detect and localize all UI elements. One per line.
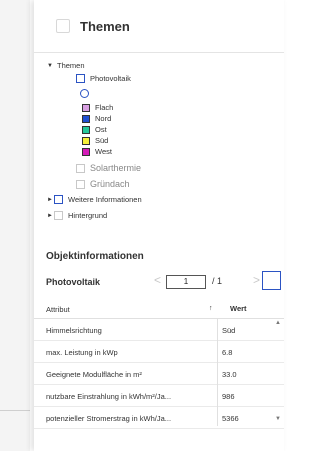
expand-arrow-icon[interactable]: ▼: [46, 63, 54, 69]
tree-item-solarthermie[interactable]: Solarthermie: [76, 163, 141, 173]
layer-tree: ▼ Themen Photovoltaik Flach Nord Ost Süd: [34, 53, 284, 243]
attribute-value: Süd: [222, 326, 236, 335]
tree-item-photovoltaik[interactable]: Photovoltaik: [76, 74, 131, 83]
legend-item: West: [82, 147, 112, 156]
sort-arrow-icon[interactable]: ↑: [209, 305, 213, 312]
feature-pager: Photovoltaik < 1 / 1 >: [34, 268, 284, 296]
legend-label: Ost: [95, 125, 107, 134]
table-scrollbar[interactable]: ▲ ▼: [275, 318, 283, 426]
attribute-name: nutzbare Einstrahlung in kWh/m²/Ja...: [46, 392, 172, 401]
table-row: Geeignete Modulfläche in m² 33.0: [34, 363, 284, 385]
legend-item: Nord: [82, 114, 111, 123]
page-total: / 1: [212, 276, 223, 286]
table-header: Attribut ↑ Wert: [34, 300, 284, 319]
legend-swatch: [82, 136, 90, 145]
attribute-name: Himmelsrichtung: [46, 326, 102, 335]
attribute-name: Geeignete Modulfläche in m²: [46, 370, 142, 379]
table-row: nutzbare Einstrahlung in kWh/m²/Ja... 98…: [34, 385, 284, 407]
attribute-value: 5366: [222, 414, 239, 423]
legend-label: Süd: [95, 136, 109, 145]
legend-swatch: [82, 147, 90, 156]
table-row: potenzieller Stromerstrag in kWh/Ja... 5…: [34, 407, 284, 429]
tree-item-hintergrund[interactable]: ► Hintergrund: [46, 211, 107, 220]
attribute-value: 986: [222, 392, 235, 401]
panel-title: Themen: [80, 18, 130, 34]
themes-panel: Themen ▼ Themen Photovoltaik Flach Nord …: [34, 0, 284, 451]
legend-swatch: [82, 103, 90, 112]
tree-item-label: Weitere Informationen: [68, 195, 142, 204]
legend-swatch: [82, 114, 90, 123]
map-edge: [0, 0, 30, 451]
tree-item-themen[interactable]: ▼ Themen: [46, 61, 85, 70]
attribute-table: Attribut ↑ Wert Himmelsrichtung Süd max.…: [34, 300, 284, 429]
gruendach-checkbox[interactable]: [76, 179, 85, 189]
tree-item-label: Themen: [57, 61, 85, 70]
tree-item-label: Solarthermie: [90, 163, 142, 173]
column-divider: [217, 318, 218, 426]
photovoltaik-checkbox[interactable]: [76, 74, 85, 83]
attribute-name: max. Leistung in kWp: [46, 348, 118, 357]
scroll-up-icon[interactable]: ▲: [275, 320, 281, 326]
prev-page-icon[interactable]: <: [154, 273, 161, 287]
legend-label: West: [95, 147, 112, 156]
solarthermie-checkbox[interactable]: [76, 163, 85, 173]
scroll-down-icon[interactable]: ▼: [275, 416, 281, 422]
objektinformationen-title: Objektinformationen: [46, 251, 144, 262]
radio-circle-icon[interactable]: [80, 89, 89, 98]
panel-header: Themen: [34, 0, 284, 53]
tree-item-label: Gründach: [90, 179, 130, 189]
layer-name: Photovoltaik: [46, 277, 101, 287]
attribute-value: 6.8: [222, 348, 233, 357]
map-edge-divider: [0, 410, 30, 411]
tree-item-label: Photovoltaik: [90, 74, 131, 83]
layers-icon[interactable]: [56, 19, 70, 33]
legend-item: Flach: [82, 103, 113, 112]
legend-label: Flach: [95, 103, 114, 112]
expand-arrow-icon[interactable]: ►: [46, 197, 54, 203]
page-number-input[interactable]: 1: [166, 275, 206, 289]
table-row: Himmelsrichtung Süd: [34, 319, 284, 341]
zoom-to-feature-button[interactable]: [262, 271, 281, 290]
style-radio[interactable]: [80, 89, 89, 98]
next-page-icon[interactable]: >: [253, 273, 260, 287]
tree-item-gruendach[interactable]: Gründach: [76, 179, 130, 189]
legend-item: Süd: [82, 136, 108, 145]
attribute-name: potenzieller Stromerstrag in kWh/Ja...: [46, 414, 172, 423]
legend-swatch: [82, 125, 90, 134]
expand-arrow-icon[interactable]: ►: [46, 213, 54, 219]
hintergrund-checkbox[interactable]: [54, 211, 63, 220]
tree-item-weitere-informationen[interactable]: ► Weitere Informationen: [46, 195, 142, 204]
column-header-attribut[interactable]: Attribut: [46, 305, 70, 314]
legend-item: Ost: [82, 125, 107, 134]
table-row: max. Leistung in kWp 6.8: [34, 341, 284, 363]
weitere-checkbox[interactable]: [54, 195, 63, 204]
column-header-wert[interactable]: Wert: [230, 304, 247, 313]
legend-label: Nord: [95, 114, 112, 123]
tree-item-label: Hintergrund: [68, 211, 108, 220]
attribute-value: 33.0: [222, 370, 237, 379]
